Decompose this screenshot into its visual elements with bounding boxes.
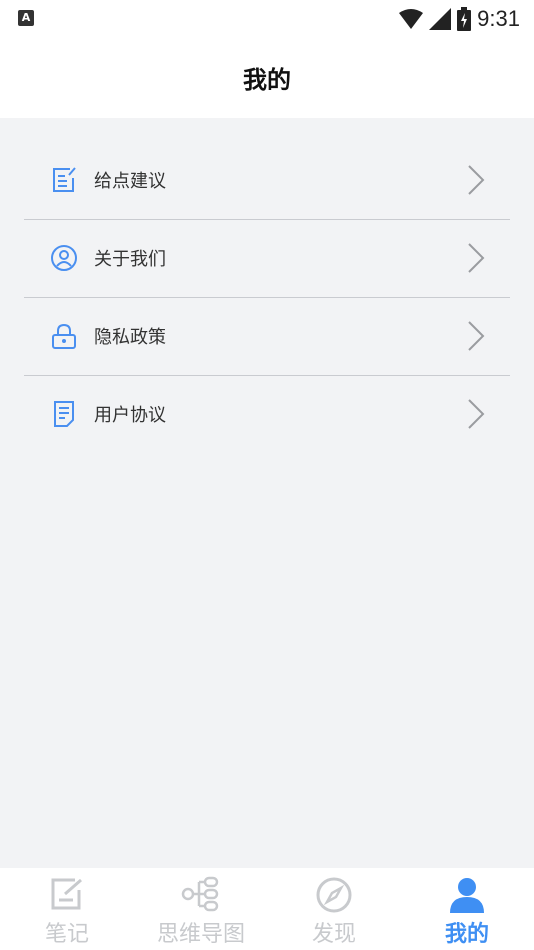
menu-item-privacy[interactable]: 隐私政策 bbox=[24, 298, 510, 376]
status-bar: A 9:31 bbox=[0, 0, 534, 40]
tab-mine[interactable]: 我的 bbox=[412, 868, 522, 950]
compass-icon bbox=[316, 877, 352, 913]
tab-label: 思维导图 bbox=[156, 922, 245, 947]
feedback-edit-icon bbox=[53, 167, 76, 192]
tab-mindmap[interactable]: 思维导图 bbox=[146, 868, 256, 950]
settings-menu: 给点建议 关于我们 隐私政策 用户协议 bbox=[24, 142, 510, 453]
user-circle-icon bbox=[51, 245, 77, 271]
chevron-right-icon bbox=[468, 321, 485, 351]
chevron-right-icon bbox=[468, 243, 485, 273]
tab-notes[interactable]: 笔记 bbox=[12, 868, 122, 950]
status-time: 9:31 bbox=[477, 6, 520, 31]
menu-item-label: 隐私政策 bbox=[94, 327, 166, 348]
status-icons: 9:31 bbox=[399, 6, 520, 32]
user-icon bbox=[450, 878, 484, 913]
app-badge-icon: A bbox=[18, 10, 34, 26]
menu-item-user-agreement[interactable]: 用户协议 bbox=[24, 376, 510, 453]
wifi-icon bbox=[399, 9, 424, 29]
menu-item-about[interactable]: 关于我们 bbox=[24, 220, 510, 298]
signal-icon bbox=[429, 8, 452, 30]
menu-item-label: 给点建议 bbox=[94, 171, 166, 192]
tab-label: 发现 bbox=[311, 922, 356, 947]
lock-icon bbox=[52, 323, 76, 349]
menu-item-label: 关于我们 bbox=[94, 249, 166, 270]
bottom-tab-bar: 笔记 思维导图 发现 我的 bbox=[0, 868, 534, 950]
tab-label: 笔记 bbox=[44, 922, 89, 947]
page-title: 我的 bbox=[243, 66, 291, 94]
menu-item-label: 用户协议 bbox=[94, 405, 166, 426]
chevron-right-icon bbox=[468, 399, 485, 429]
page-header: 我的 bbox=[0, 40, 534, 118]
mindmap-icon bbox=[181, 876, 219, 912]
tab-discover[interactable]: 发现 bbox=[279, 868, 389, 950]
battery-charging-icon bbox=[457, 7, 472, 31]
menu-item-feedback[interactable]: 给点建议 bbox=[24, 142, 510, 220]
chevron-right-icon bbox=[468, 165, 485, 195]
tab-label: 我的 bbox=[444, 922, 489, 947]
note-edit-icon bbox=[51, 878, 82, 910]
document-icon bbox=[54, 401, 74, 427]
